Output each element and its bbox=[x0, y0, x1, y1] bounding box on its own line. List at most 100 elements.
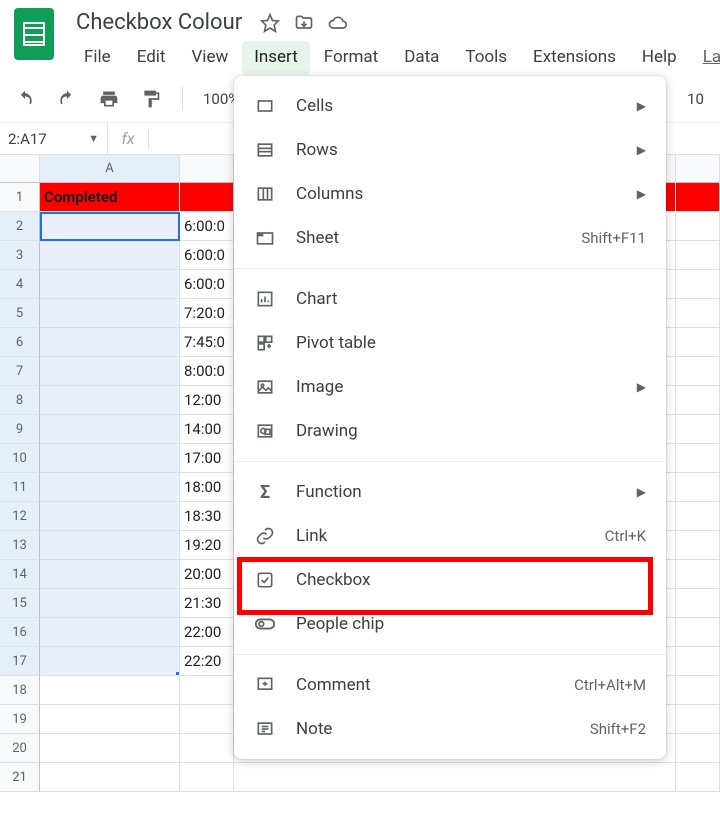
column-header-a[interactable]: A bbox=[40, 155, 180, 183]
cell[interactable] bbox=[40, 415, 180, 444]
cell[interactable] bbox=[676, 299, 720, 328]
cell[interactable] bbox=[676, 183, 720, 212]
menu-view[interactable]: View bbox=[179, 41, 240, 75]
menu-extensions[interactable]: Extensions bbox=[521, 41, 628, 75]
row-header[interactable]: 10 bbox=[0, 444, 40, 473]
cell[interactable] bbox=[676, 212, 720, 241]
cell[interactable] bbox=[40, 734, 180, 763]
row-header[interactable]: 18 bbox=[0, 676, 40, 705]
cell[interactable] bbox=[676, 473, 720, 502]
cell[interactable] bbox=[676, 328, 720, 357]
move-icon[interactable] bbox=[294, 13, 314, 33]
row-header[interactable]: 6 bbox=[0, 328, 40, 357]
menu-item-checkbox[interactable]: Checkbox bbox=[234, 558, 666, 602]
cell[interactable] bbox=[676, 270, 720, 299]
cell[interactable]: 6:00:0 bbox=[180, 241, 234, 270]
cell[interactable] bbox=[40, 560, 180, 589]
cell[interactable]: 18:00 bbox=[180, 473, 234, 502]
menu-item-people-chip[interactable]: People chip bbox=[234, 602, 666, 646]
cell[interactable] bbox=[676, 560, 720, 589]
menu-item-rows[interactable]: Rows ▶ bbox=[234, 128, 666, 172]
menu-tools[interactable]: Tools bbox=[453, 41, 519, 75]
cell[interactable] bbox=[676, 386, 720, 415]
cell[interactable] bbox=[676, 531, 720, 560]
row-header[interactable]: 19 bbox=[0, 705, 40, 734]
row-header[interactable]: 1 bbox=[0, 183, 40, 212]
menu-last-edit[interactable]: La bbox=[691, 41, 720, 75]
cell[interactable] bbox=[40, 270, 180, 299]
cell[interactable] bbox=[234, 763, 676, 792]
menu-item-pivot-table[interactable]: Pivot table bbox=[234, 321, 666, 365]
row-header[interactable]: 21 bbox=[0, 763, 40, 792]
column-header-b[interactable] bbox=[180, 155, 234, 183]
cell[interactable]: 22:00 bbox=[180, 618, 234, 647]
row-header[interactable]: 15 bbox=[0, 589, 40, 618]
row-header[interactable]: 12 bbox=[0, 502, 40, 531]
menu-item-chart[interactable]: Chart bbox=[234, 277, 666, 321]
cloud-status-icon[interactable] bbox=[328, 13, 348, 33]
cell[interactable] bbox=[180, 734, 234, 763]
cell[interactable] bbox=[40, 705, 180, 734]
row-header[interactable]: 8 bbox=[0, 386, 40, 415]
cell[interactable]: 17:00 bbox=[180, 444, 234, 473]
print-button[interactable] bbox=[92, 82, 126, 116]
cell[interactable]: 8:00:0 bbox=[180, 357, 234, 386]
menu-item-note[interactable]: Note Shift+F2 bbox=[234, 707, 666, 751]
menu-insert[interactable]: Insert bbox=[242, 41, 310, 75]
cell[interactable]: 6:00:0 bbox=[180, 270, 234, 299]
menu-edit[interactable]: Edit bbox=[125, 41, 178, 75]
cell[interactable]: 6:00:0 bbox=[180, 212, 234, 241]
cell[interactable] bbox=[40, 357, 180, 386]
cell[interactable] bbox=[180, 763, 234, 792]
cell[interactable] bbox=[40, 299, 180, 328]
menu-item-comment[interactable]: Comment Ctrl+Alt+M bbox=[234, 663, 666, 707]
document-title[interactable]: Checkbox Colour bbox=[72, 8, 246, 37]
cell[interactable] bbox=[40, 328, 180, 357]
cell[interactable] bbox=[40, 618, 180, 647]
cell[interactable] bbox=[676, 734, 720, 763]
menu-item-function[interactable]: Σ Function ▶ bbox=[234, 470, 666, 514]
menu-item-link[interactable]: Link Ctrl+K bbox=[234, 514, 666, 558]
cell[interactable] bbox=[676, 502, 720, 531]
cell[interactable]: 22:20 bbox=[180, 647, 234, 676]
cell[interactable]: Completed bbox=[40, 183, 180, 212]
cell[interactable] bbox=[676, 589, 720, 618]
cell[interactable] bbox=[40, 473, 180, 502]
cell[interactable]: 12:00 bbox=[180, 386, 234, 415]
row-header[interactable]: 7 bbox=[0, 357, 40, 386]
menu-item-cells[interactable]: Cells ▶ bbox=[234, 84, 666, 128]
row-header[interactable]: 9 bbox=[0, 415, 40, 444]
menu-file[interactable]: File bbox=[72, 41, 123, 75]
row-header[interactable]: 4 bbox=[0, 270, 40, 299]
cell[interactable]: 7:20:0 bbox=[180, 299, 234, 328]
cell[interactable] bbox=[40, 647, 180, 676]
cell[interactable] bbox=[180, 676, 234, 705]
cell[interactable] bbox=[40, 589, 180, 618]
name-box[interactable]: 2:A17 ▼ bbox=[0, 123, 108, 155]
row-header[interactable]: 13 bbox=[0, 531, 40, 560]
menu-item-columns[interactable]: Columns ▶ bbox=[234, 172, 666, 216]
cell[interactable] bbox=[40, 386, 180, 415]
cell[interactable] bbox=[676, 618, 720, 647]
cell[interactable]: 14:00 bbox=[180, 415, 234, 444]
cell[interactable]: 7:45:0 bbox=[180, 328, 234, 357]
cell[interactable] bbox=[40, 676, 180, 705]
cell[interactable]: 19:20 bbox=[180, 531, 234, 560]
cell[interactable] bbox=[676, 705, 720, 734]
cell[interactable] bbox=[180, 183, 234, 212]
cell[interactable] bbox=[676, 647, 720, 676]
cell[interactable]: 18:30 bbox=[180, 502, 234, 531]
cell[interactable] bbox=[40, 444, 180, 473]
row-header[interactable]: 5 bbox=[0, 299, 40, 328]
cell[interactable]: 21:30 bbox=[180, 589, 234, 618]
row-header[interactable]: 20 bbox=[0, 734, 40, 763]
row-header[interactable]: 14 bbox=[0, 560, 40, 589]
select-all-corner[interactable] bbox=[0, 155, 40, 183]
menu-item-drawing[interactable]: Drawing bbox=[234, 409, 666, 453]
cell[interactable] bbox=[676, 357, 720, 386]
row-header[interactable]: 16 bbox=[0, 618, 40, 647]
sheets-app-icon[interactable] bbox=[14, 8, 54, 60]
menu-help[interactable]: Help bbox=[630, 41, 689, 75]
cell[interactable] bbox=[40, 502, 180, 531]
cell[interactable] bbox=[676, 676, 720, 705]
